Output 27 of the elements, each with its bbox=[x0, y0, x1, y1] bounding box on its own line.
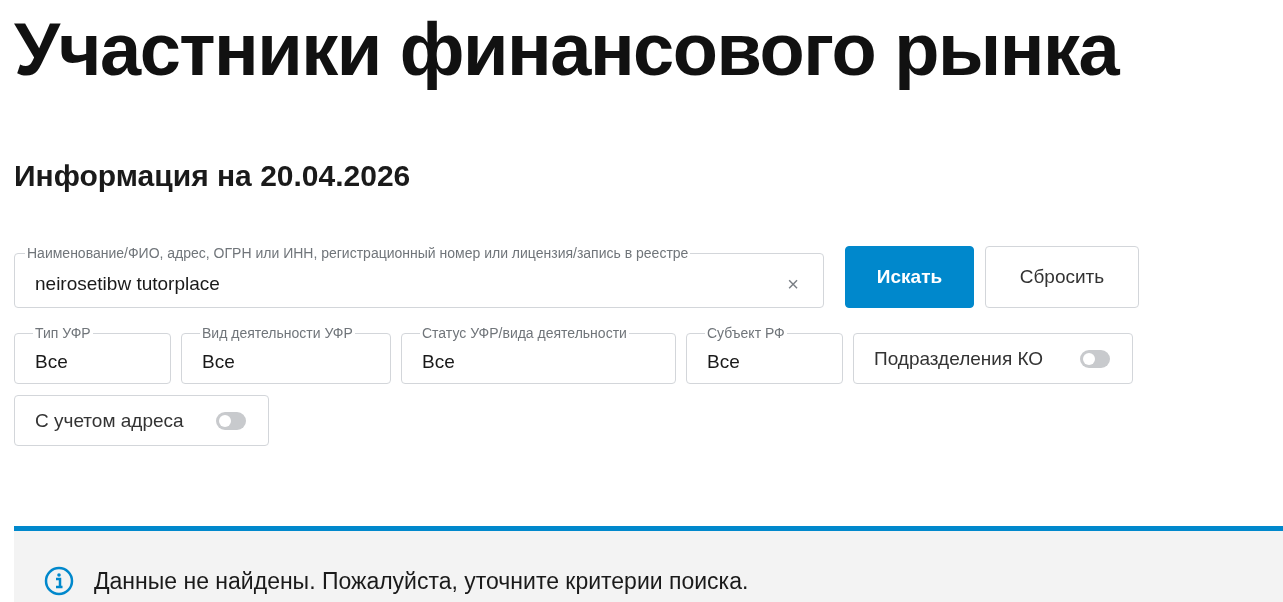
toggle-switch[interactable] bbox=[1080, 349, 1110, 368]
select-value[interactable]: Все bbox=[412, 342, 665, 381]
toggle-label: Подразделения КО bbox=[874, 347, 1044, 370]
field-label: Вид деятельности УФР bbox=[201, 326, 354, 340]
select-value[interactable]: Все bbox=[192, 342, 380, 381]
info-heading: Информация на 20.04.2026 bbox=[14, 158, 412, 194]
reset-button[interactable]: Сбросить bbox=[985, 246, 1139, 308]
clear-button[interactable]: × bbox=[787, 273, 813, 294]
search-button[interactable]: Искать bbox=[845, 246, 974, 308]
info-icon bbox=[44, 566, 74, 596]
toggle-control[interactable]: С учетом адреса bbox=[14, 395, 269, 446]
toggle-label: С учетом адреса bbox=[35, 409, 184, 432]
alert-message: Данные не найдены. Пожалуйста, уточните критерии поиска. bbox=[94, 567, 749, 596]
filter-dropdown[interactable]: Субъект РФ Все bbox=[686, 326, 843, 384]
select-value[interactable]: Все bbox=[697, 342, 832, 381]
filter-dropdown[interactable]: Статус УФР/вида деятельности Все bbox=[401, 326, 676, 384]
toggle-switch[interactable] bbox=[216, 411, 246, 430]
select-value[interactable]: Все bbox=[25, 342, 160, 381]
filter-dropdown[interactable]: Вид деятельности УФР Все bbox=[181, 326, 391, 384]
filter-dropdown[interactable]: Тип УФР Все bbox=[14, 326, 171, 384]
toggle-control[interactable]: Подразделения КО bbox=[853, 333, 1133, 384]
field-label: Статус УФР/вида деятельности bbox=[421, 326, 628, 340]
field-label: Субъект РФ bbox=[706, 326, 786, 340]
field-label: Тип УФР bbox=[34, 326, 92, 340]
page-title: Участники финансового рынка bbox=[14, 7, 1121, 93]
search-field[interactable]: Наименование/ФИО, адрес, ОГРН или ИНН, регистрационный номер или лицензия/запись в реестре neirosetibw tutorplace × bbox=[14, 246, 824, 308]
field-label: Наименование/ФИО, адрес, ОГРН или ИНН, регистрационный номер или лицензия/запись в реестре bbox=[26, 246, 690, 260]
